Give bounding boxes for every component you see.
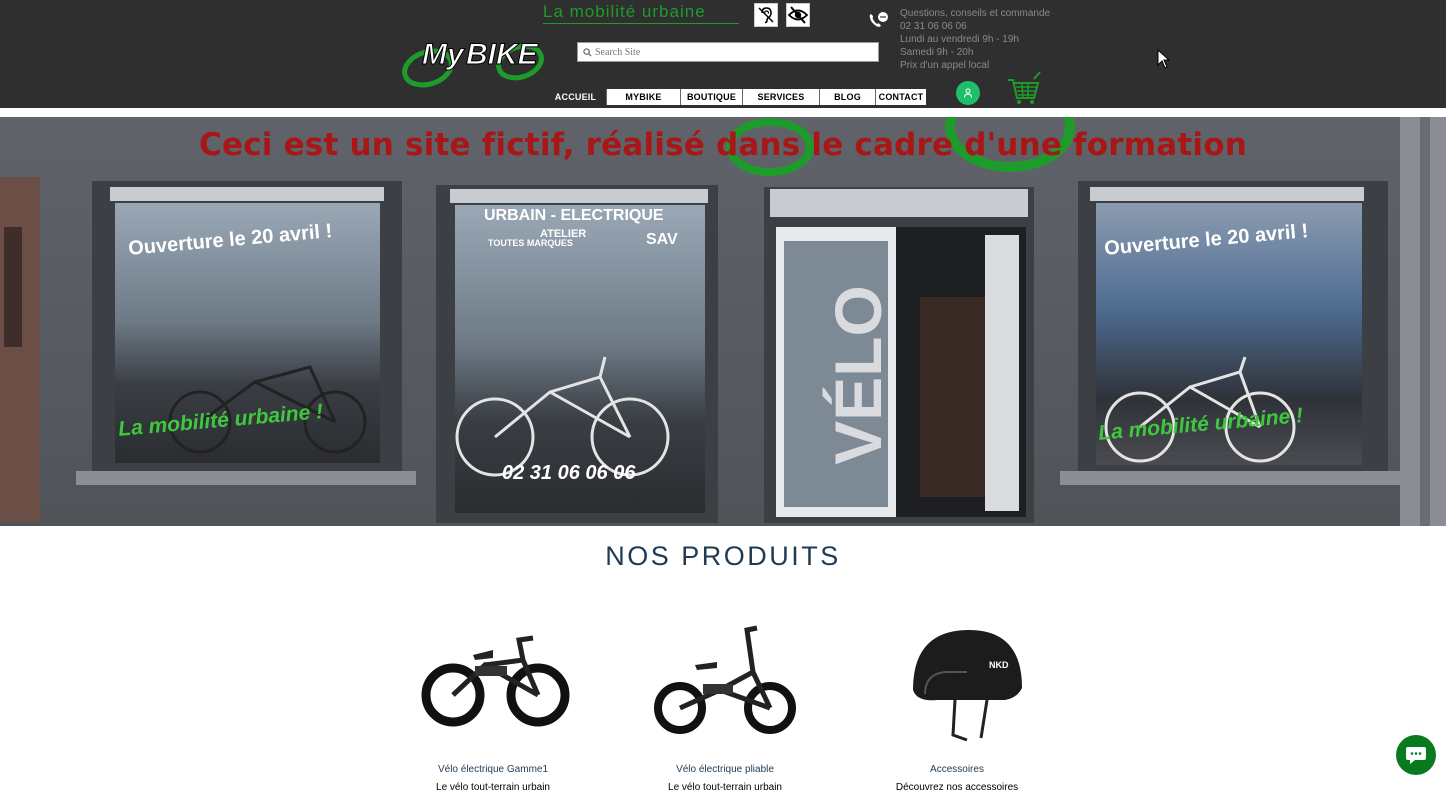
contact-line-weekdays: Lundi au vendredi 9h - 19h xyxy=(900,34,1019,45)
nav-item-blog[interactable]: BLOG xyxy=(820,89,876,105)
product-card-folding-bike[interactable]: Vélo électrique pliable Le vélo tout-ter… xyxy=(645,610,805,793)
contact-line-questions: Questions, conseils et commande xyxy=(900,8,1051,19)
nav-item-boutique[interactable]: BOUTIQUE xyxy=(681,89,743,105)
ear-slash-icon xyxy=(758,7,774,24)
product-desc: Découvrez nos accessoires xyxy=(895,782,1019,793)
svg-text:NKD: NKD xyxy=(989,660,1009,670)
user-account-button[interactable] xyxy=(956,81,980,105)
folding-bike-image xyxy=(654,625,796,734)
nav-item-accueil[interactable]: ACCUEIL xyxy=(545,89,607,105)
shopfront-illustration xyxy=(0,117,1446,526)
center-window-marques: TOUTES MARQUES xyxy=(488,238,573,248)
contact-info: Questions, conseils et commande 02 31 06… xyxy=(900,7,1050,72)
product-name: Vélo électrique Gamme1 xyxy=(437,764,549,775)
search-icon xyxy=(583,47,592,57)
product-card-fat-bike[interactable]: Vélo électrique Gamme1 Le vélo tout-terr… xyxy=(413,610,573,793)
header-divider xyxy=(0,108,1446,117)
product-desc: Le vélo tout-terrain urbain xyxy=(668,782,782,793)
phone-chat-icon xyxy=(866,10,890,34)
contact-line-saturday: Samedi 9h - 20h xyxy=(900,47,974,58)
svg-text:My: My xyxy=(422,38,465,71)
blind-accessibility-button[interactable] xyxy=(786,3,810,27)
deaf-accessibility-button[interactable] xyxy=(754,3,778,27)
hero-shopfront-image: Ceci est un site fictif, réalisé dans le… xyxy=(0,117,1446,526)
mouse-cursor-icon xyxy=(1157,49,1171,69)
site-header: La mobilité urbaine My BIKE Search Site … xyxy=(0,0,1446,108)
svg-text:BIKE: BIKE xyxy=(466,38,539,71)
center-window-sav: SAV xyxy=(646,231,678,248)
main-nav: ACCUEIL MYBIKE BOUTIQUE SERVICES BLOG CO… xyxy=(545,89,926,105)
eye-slash-icon xyxy=(787,6,809,24)
disclaimer-banner: Ceci est un site fictif, réalisé dans le… xyxy=(199,127,1247,163)
logo-graphic: My BIKE xyxy=(402,38,544,88)
chat-bubble-icon xyxy=(1406,747,1426,764)
search-input[interactable] xyxy=(595,46,865,58)
product-desc: Le vélo tout-terrain urbain xyxy=(436,782,550,793)
mybike-logo[interactable]: My BIKE xyxy=(400,20,550,88)
user-icon xyxy=(964,88,972,98)
site-search[interactable] xyxy=(577,42,879,62)
products-section-title: NOS PRODUITS xyxy=(605,541,841,571)
center-window-phone: 02 31 06 06 06 xyxy=(502,462,636,484)
tagline-underline xyxy=(543,23,739,24)
product-card-accessories[interactable]: NKD Accessoires Découvrez nos accessoire… xyxy=(877,610,1037,793)
shopping-cart-button[interactable] xyxy=(1006,70,1042,106)
product-name: Accessoires xyxy=(930,764,984,775)
door-velo-text: VÉLO xyxy=(820,285,895,465)
site-tagline: La mobilité urbaine xyxy=(543,2,706,21)
center-window-title: URBAIN - ELECTRIQUE xyxy=(484,207,664,224)
product-name: Vélo électrique pliable xyxy=(676,764,774,775)
nav-item-contact[interactable]: CONTACT xyxy=(876,89,926,105)
nav-item-mybike[interactable]: MYBIKE xyxy=(607,89,681,105)
contact-line-phone: 02 31 06 06 06 xyxy=(900,21,967,32)
fat-bike-image xyxy=(421,635,570,727)
chat-button[interactable] xyxy=(1396,735,1436,775)
nav-item-services[interactable]: SERVICES xyxy=(743,89,820,105)
shopping-cart-icon xyxy=(1008,71,1041,104)
helmet-image: NKD xyxy=(913,630,1022,742)
